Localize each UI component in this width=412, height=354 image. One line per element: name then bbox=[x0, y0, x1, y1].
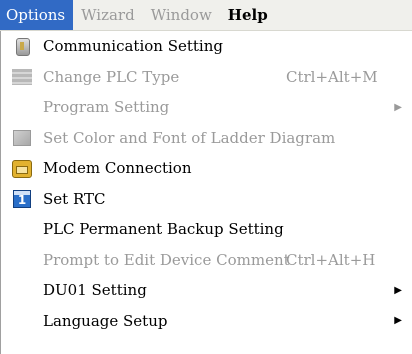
menu-item-label: Set RTC bbox=[43, 189, 106, 208]
submenu-arrow-icon: ▶ bbox=[394, 315, 402, 327]
options-dropdown: Communication Setting Change PLC Type Ct… bbox=[0, 31, 412, 354]
menu-item-label: Modem Connection bbox=[43, 159, 192, 178]
menu-item-set-color-font[interactable]: Set Color and Font of Ladder Diagram bbox=[1, 123, 412, 154]
menu-item-label: Change PLC Type bbox=[43, 67, 180, 86]
menu-item-language-setup[interactable]: Language Setup ▶ bbox=[1, 306, 412, 337]
submenu-arrow-icon: ▶ bbox=[394, 284, 402, 296]
menu-item-label: Set Color and Font of Ladder Diagram bbox=[43, 128, 336, 147]
menu-item-program-setting[interactable]: Program Setting ▶ bbox=[1, 92, 412, 123]
menu-item-label: DU01 Setting bbox=[43, 281, 147, 300]
color-font-icon bbox=[1, 123, 43, 153]
menu-item-label: PLC Permanent Backup Setting bbox=[43, 220, 284, 239]
menu-wizard[interactable]: Wizard bbox=[73, 0, 143, 30]
submenu-arrow-icon: ▶ bbox=[394, 101, 402, 113]
menu-item-plc-permanent-backup[interactable]: PLC Permanent Backup Setting bbox=[1, 214, 412, 245]
menu-item-modem-connection[interactable]: Modem Connection bbox=[1, 153, 412, 184]
menu-help[interactable]: Help bbox=[220, 0, 276, 30]
menu-item-label: Language Setup bbox=[43, 311, 168, 330]
menu-options[interactable]: Options bbox=[0, 0, 74, 30]
menu-item-prompt-edit-device-comment[interactable]: Prompt to Edit Device Comment Ctrl+Alt+H bbox=[1, 245, 412, 276]
menu-item-label: Prompt to Edit Device Comment bbox=[43, 250, 290, 269]
plc-type-icon bbox=[1, 62, 43, 92]
shortcut-label: Ctrl+Alt+M bbox=[286, 67, 378, 86]
communication-icon bbox=[1, 31, 43, 61]
rtc-icon: 1 bbox=[1, 184, 43, 214]
menu-window[interactable]: Window bbox=[143, 0, 220, 30]
menu-item-change-plc-type[interactable]: Change PLC Type Ctrl+Alt+M bbox=[1, 62, 412, 93]
menu-item-communication-setting[interactable]: Communication Setting bbox=[1, 31, 412, 62]
menu-item-label: Program Setting bbox=[43, 98, 170, 117]
modem-icon bbox=[1, 153, 43, 183]
menu-item-label: Communication Setting bbox=[43, 37, 223, 56]
menu-bar: Options Wizard Window Help bbox=[0, 0, 412, 31]
menu-item-set-rtc[interactable]: 1 Set RTC bbox=[1, 184, 412, 215]
shortcut-label: Ctrl+Alt+H bbox=[286, 250, 376, 269]
menu-item-du01-setting[interactable]: DU01 Setting ▶ bbox=[1, 275, 412, 306]
